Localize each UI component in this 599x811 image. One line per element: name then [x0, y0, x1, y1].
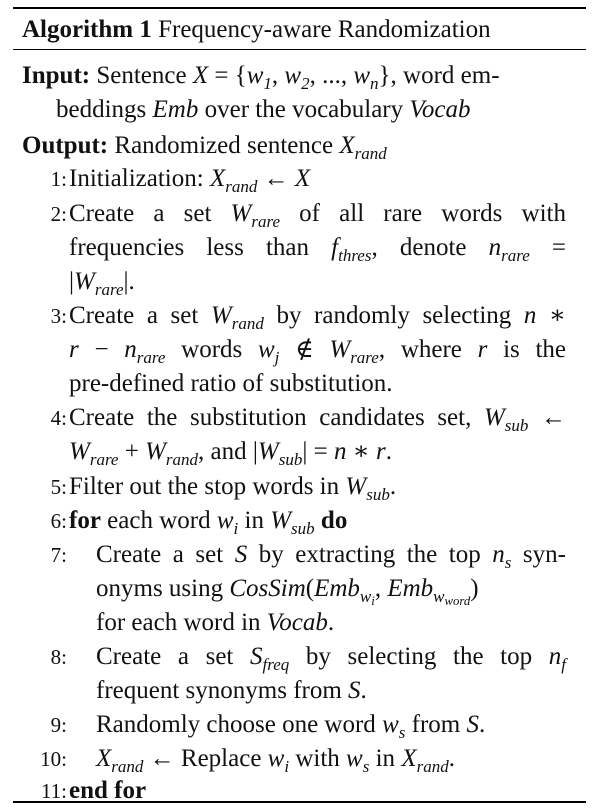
line-number: 6: [50, 509, 67, 533]
line-number: 3: [50, 304, 67, 328]
step-6: for each word wi in Wsub do [69, 507, 348, 538]
input-line-2: beddings Emb over the vocabulary Vocab [56, 96, 471, 123]
algorithm-name: Frequency-aware Randomization [158, 16, 491, 43]
step-4-line-2: Wrare + Wrand, and |Wsub| = n ∗ r. [69, 438, 392, 469]
step-10: Xrand ← Replace wi with ws in Xrand. [96, 745, 455, 776]
output-label: Output: [22, 132, 109, 159]
algorithm-box: Algorithm 1 Frequency-aware Randomizatio… [13, 7, 586, 804]
bottom-rule [13, 801, 586, 803]
line-number: 2: [50, 202, 67, 226]
step-8-line-2: frequent synonyms from S. [96, 677, 367, 704]
step-2-line-3: |Wrare|. [69, 268, 135, 299]
input-label: Input: [22, 62, 91, 89]
step-5: Filter out the stop words in Wsub. [69, 473, 397, 504]
step-4-line-1: Create the substitution candidates set, … [69, 404, 566, 435]
algorithm-label: Algorithm 1 [22, 16, 152, 43]
step-7-line-1: Create a set S by extracting the top ns … [96, 541, 566, 572]
step-3-line-3: pre-defined ratio of substitution. [69, 370, 393, 397]
line-number: 10: [40, 747, 67, 771]
line-number: 9: [50, 713, 67, 737]
step-7-line-2: onyms using CosSim(Embwi, Embwword) [96, 575, 479, 609]
step-3-line-1: Create a set Wrand by randomly selecting… [69, 302, 566, 333]
input-line-1: Input: Sentence X = {w1, w2, ..., wn}, w… [22, 62, 500, 93]
line-number: 7: [50, 543, 67, 567]
step-7-line-3: for each word in Vocab. [96, 609, 335, 636]
step-1: Initialization: Xrand ← X [69, 165, 311, 196]
line-number: 1: [50, 167, 67, 191]
step-2-line-1: Create a set Wrare of all rare words wit… [69, 200, 566, 231]
step-2-line-2: frequencies less than fthres, denote nra… [69, 234, 566, 265]
line-number: 8: [50, 645, 67, 669]
step-9: Randomly choose one word ws from S. [96, 711, 486, 742]
output-line: Output: Randomized sentence Xrand [22, 132, 387, 163]
line-number: 5: [50, 475, 67, 499]
top-rule [13, 7, 586, 9]
line-number: 4: [50, 406, 67, 430]
title-rule [13, 49, 586, 50]
step-3-line-2: r − nrare words wj ∉ Wrare, where r is t… [69, 336, 566, 367]
step-8-line-1: Create a set Sfreq by selecting the top … [96, 643, 566, 674]
algorithm-title: Algorithm 1 Frequency-aware Randomizatio… [22, 16, 491, 44]
